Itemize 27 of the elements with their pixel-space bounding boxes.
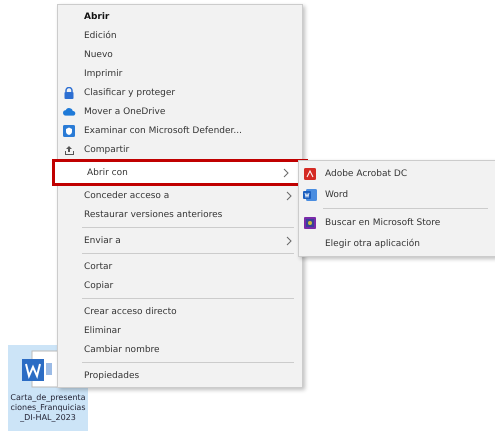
menu-item[interactable]: Cortar [58,257,302,276]
cloud-icon [62,107,76,116]
menu-item[interactable]: Word [299,184,495,205]
menu-item[interactable]: Buscar en Microsoft Store [299,212,495,233]
menu-item[interactable]: Elegir otra aplicación [299,233,495,254]
menu-item[interactable]: Eliminar [58,321,302,340]
file-name: Carta_de_presentaciones_Franquicias_DI-HAL_2023 [10,393,86,423]
menu-item[interactable]: Imprimir [58,64,302,83]
share-icon [63,144,75,156]
word-app-icon [303,188,317,200]
menu-item[interactable]: Conceder acceso a [58,186,302,205]
store-icon [304,216,316,228]
menu-item[interactable]: Copiar [58,276,302,295]
menu-item[interactable]: Clasificar y proteger [58,83,302,102]
menu-item[interactable]: Mover a OneDrive [58,102,302,121]
pdf-app-icon [304,168,316,180]
menu-item[interactable]: Edición [58,26,302,45]
menu-item[interactable]: Nuevo [58,45,302,64]
menu-item[interactable]: Examinar con Microsoft Defender... [58,121,302,140]
lock-icon [63,86,75,98]
menu-item[interactable]: Abrir [58,7,302,26]
menu-item[interactable]: Abrir con [52,159,308,186]
menu-item[interactable]: Compartir [58,140,302,159]
shield-icon [63,124,75,136]
menu-item[interactable]: Restaurar versiones anteriores [58,205,302,224]
menu-item[interactable]: Crear acceso directo [58,302,302,321]
menu-item[interactable]: Enviar a [58,231,302,250]
